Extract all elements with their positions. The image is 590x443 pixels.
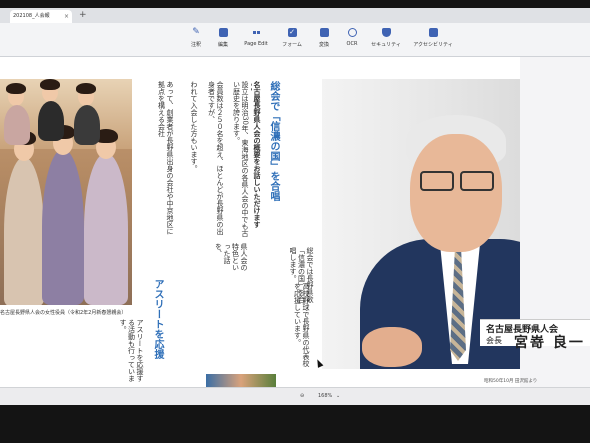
accessibility-icon [428, 28, 438, 37]
edit-icon [218, 28, 228, 37]
pen-icon: ✎ [192, 27, 200, 37]
pdf-viewer-window: 202108_人会報 × + ✎ 注釈 編集 Page Edit ✓ フォーム … [0, 8, 590, 405]
document-tab-title: 202108_人会報 [13, 13, 50, 19]
security-button[interactable]: セキュリティ [364, 28, 408, 48]
shield-icon [381, 28, 391, 37]
zoom-out-icon[interactable]: ⊖ [300, 392, 304, 401]
headline: アスリートを応援 [152, 279, 163, 359]
convert-icon [319, 28, 329, 37]
women-group-photo [0, 79, 132, 305]
woman-figure [74, 105, 100, 145]
woman-figure [4, 157, 44, 305]
woman-figure [4, 105, 30, 145]
athletes-photo [206, 374, 276, 387]
photo-date: 昭和50年10月 田沢館より [484, 379, 538, 384]
document-tab[interactable]: 202108_人会報 × [10, 10, 72, 23]
checkbox-icon: ✓ [287, 28, 297, 37]
nameplate-role: 会長 [486, 336, 502, 345]
headline: 総会で「信濃の国」を合唱 [268, 81, 279, 201]
new-tab-button[interactable]: + [79, 10, 87, 21]
grid-icon [252, 28, 261, 37]
body-text: われて入会した方もいます。 [190, 81, 198, 172]
woman-figure [38, 101, 64, 141]
glasses [420, 171, 494, 191]
nameplate-name: 宮嵜 良一 [514, 335, 585, 351]
body-text: アスリートを応援する活動も行っています。 [119, 319, 144, 382]
hair [40, 79, 60, 90]
ocr-icon [347, 28, 357, 37]
status-bar: ⊖ 168% ⌄ [0, 387, 590, 405]
tab-close-icon[interactable]: × [64, 10, 69, 23]
hair [6, 83, 26, 94]
accessibility-label: アクセシビリティ [413, 42, 453, 48]
hand [362, 327, 422, 367]
body-text: 会員数は２５０名を超え、ほとんどが長野県の出身者ですが、 [207, 81, 225, 235]
body-text: 高校野球で長野県の代表校を応援しています。 [293, 283, 311, 367]
hair [76, 83, 96, 94]
woman-figure [42, 149, 84, 305]
body-text: 設立は明治30年、東海地区の各県人会の中でも古い歴史を誇ります。 [232, 81, 250, 237]
zoom-level[interactable]: 168% [318, 392, 332, 401]
woman-figure [84, 153, 128, 305]
document-page[interactable]: 名古屋長野県人会の女性役員（令和2年2月新春懇親会） 総会で「信濃の国」を合唱 … [0, 57, 590, 387]
chevron-down-icon[interactable]: ⌄ [336, 392, 340, 401]
tab-bar: 202108_人会報 × + [0, 8, 590, 23]
photo-caption: 名古屋長野県人会の女性役員（令和2年2月新春懇親会） [0, 310, 127, 316]
face [410, 134, 502, 252]
accessibility-button[interactable]: アクセシビリティ [411, 28, 455, 48]
body-text: あって、創業者が長野県出身の会社や中京地区に拠点を構える会社 [157, 81, 175, 235]
main-toolbar: ✎ 注釈 編集 Page Edit ✓ フォーム 変換 OCR セキュリティ ア… [0, 23, 590, 57]
body-text: 県人会の特色といった話を、 [214, 243, 249, 271]
nameplate: 名古屋長野県人会 会長 宮嵜 良一 [480, 319, 590, 351]
security-label: セキュリティ [371, 42, 401, 48]
question-text: 名古屋長野県人会の概要をお話しいただけますか？ [251, 81, 261, 228]
